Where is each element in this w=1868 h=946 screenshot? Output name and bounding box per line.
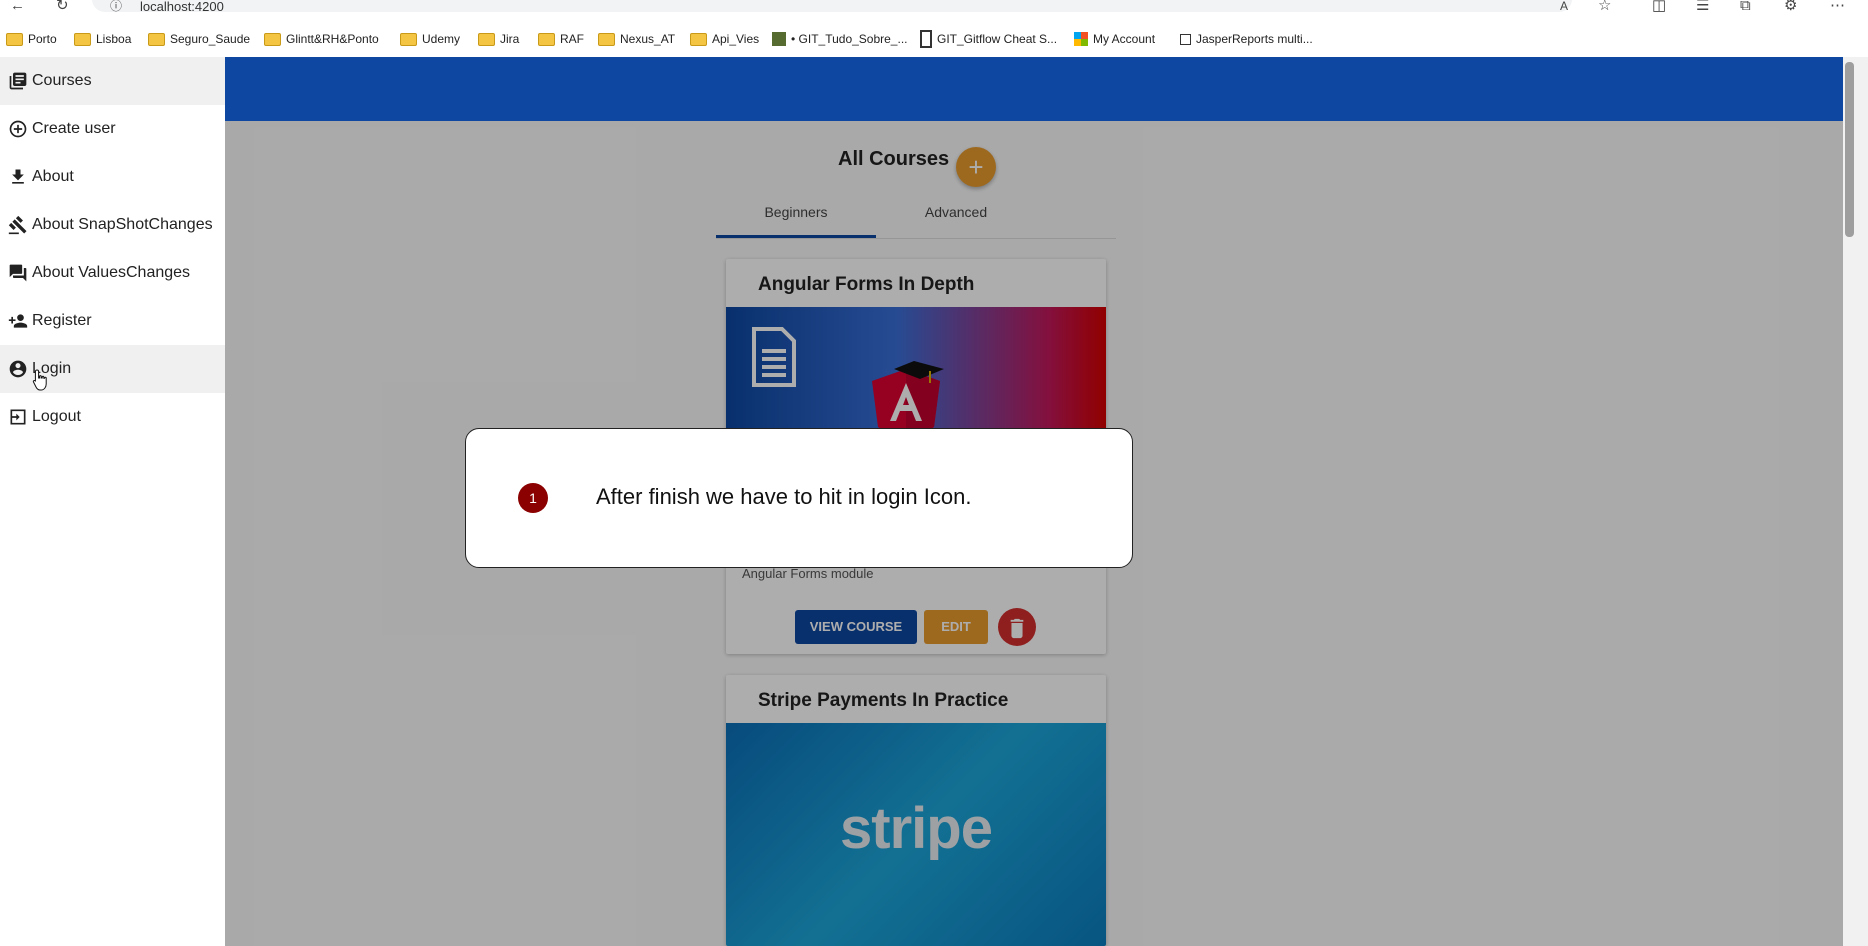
folder-icon xyxy=(264,32,281,46)
sidebar-item-courses[interactable]: Courses xyxy=(0,57,225,105)
person-add-icon xyxy=(8,311,28,331)
bookmark-label: Nexus_AT xyxy=(620,32,676,46)
read-aloud-icon[interactable]: A xyxy=(1560,0,1568,13)
favorite-star-icon[interactable]: ☆ xyxy=(1598,0,1611,13)
refresh-icon[interactable]: ↻ xyxy=(56,0,69,13)
download-icon xyxy=(8,167,28,187)
url-text: localhost:4200 xyxy=(140,0,224,14)
microsoft-logo-icon xyxy=(1074,32,1088,46)
bookmark-label: Seguro_Saude xyxy=(170,32,251,46)
folder-icon xyxy=(690,32,707,46)
sidebar-item-label: Courses xyxy=(32,72,92,89)
bookmark-label: Glintt&RH&Ponto xyxy=(286,32,379,46)
bookmark-git-tudo[interactable]: • GIT_Tudo_Sobre_... xyxy=(772,26,907,52)
bookmark-porto[interactable]: Porto xyxy=(6,26,57,52)
sidebar-item-label: Register xyxy=(32,312,92,329)
sidebar-item-label: About SnapShotChanges xyxy=(32,216,213,233)
folder-icon xyxy=(6,32,23,46)
gavel-icon xyxy=(8,215,28,235)
bookmark-label: Api_Vies xyxy=(712,32,760,46)
top-toolbar xyxy=(225,57,1843,121)
extensions-icon[interactable]: ⚙ xyxy=(1784,0,1797,13)
sidebar-item-about-snapshotchanges[interactable]: About SnapShotChanges xyxy=(0,201,225,249)
sidebar-item-label: Create user xyxy=(32,120,116,137)
bookmark-my-account[interactable]: My Account xyxy=(1074,26,1155,52)
browser-address-bar: ← ↻ ⓘ localhost:4200 A ☆ ◫ ☰ ⧉ ⚙ ⋯ xyxy=(0,0,1868,14)
folder-icon xyxy=(598,32,615,46)
bookmark-raf[interactable]: RAF xyxy=(538,26,584,52)
bookmark-label: Porto xyxy=(28,32,57,46)
callout-text: After finish we have to hit in login Ico… xyxy=(596,484,972,509)
exit-icon xyxy=(8,407,28,427)
bookmark-label: • GIT_Tudo_Sobre_... xyxy=(791,32,908,46)
hand-cursor-icon xyxy=(32,369,47,391)
sidebar-item-create-user[interactable]: Create user xyxy=(0,105,225,153)
page-favicon-icon xyxy=(772,32,786,46)
page-favicon-icon xyxy=(1180,33,1191,45)
bookmark-label: Jira xyxy=(500,32,520,46)
sidebar: Courses Create user About About SnapShot… xyxy=(0,57,226,946)
bookmark-glintt[interactable]: Glintt&RH&Ponto xyxy=(264,26,379,52)
step-number-badge: 1 xyxy=(518,483,548,513)
bookmark-seguro-saude[interactable]: Seguro_Saude xyxy=(148,26,250,52)
bookmark-lisboa[interactable]: Lisboa xyxy=(74,26,131,52)
favorites-icon[interactable]: ☰ xyxy=(1696,0,1709,13)
sidebar-item-label: About ValuesChanges xyxy=(32,264,191,281)
info-icon[interactable]: ⓘ xyxy=(110,0,122,13)
account-circle-icon xyxy=(8,359,28,379)
forum-icon xyxy=(8,263,28,283)
back-arrow-icon[interactable]: ← xyxy=(10,0,25,13)
sidebar-item-about-valueschanges[interactable]: About ValuesChanges xyxy=(0,249,225,297)
folder-icon xyxy=(74,32,91,46)
bookmark-label: My Account xyxy=(1093,32,1156,46)
sidebar-item-about[interactable]: About xyxy=(0,153,225,201)
folder-icon xyxy=(538,32,555,46)
sidebar-item-logout[interactable]: Logout xyxy=(0,393,225,441)
sidebar-item-label: About xyxy=(32,168,74,185)
url-field[interactable] xyxy=(92,0,1572,12)
sidebar-item-label: Logout xyxy=(32,408,81,425)
bookmark-jasperreports[interactable]: JasperReports multi... xyxy=(1180,26,1313,52)
bookmark-label: Udemy xyxy=(422,32,461,46)
sidebar-item-register[interactable]: Register xyxy=(0,297,225,345)
bookmark-jira[interactable]: Jira xyxy=(478,26,519,52)
split-screen-icon[interactable]: ◫ xyxy=(1652,0,1666,13)
folder-icon xyxy=(478,32,495,46)
bookmark-label: JasperReports multi... xyxy=(1196,32,1313,46)
bookmark-git-gitflow[interactable]: GIT_Gitflow Cheat S... xyxy=(920,26,1057,52)
folder-icon xyxy=(148,32,165,46)
page-favicon-icon xyxy=(920,30,932,48)
collections-icon[interactable]: ⧉ xyxy=(1740,0,1751,13)
library-books-icon xyxy=(8,71,28,91)
bookmark-label: GIT_Gitflow Cheat S... xyxy=(937,32,1058,46)
bookmarks-bar: Porto Lisboa Seguro_Saude Glintt&RH&Pont… xyxy=(0,26,1868,56)
more-menu-icon[interactable]: ⋯ xyxy=(1830,0,1845,13)
bookmark-api-vies[interactable]: Api_Vies xyxy=(690,26,759,52)
folder-icon xyxy=(400,32,417,46)
bookmark-udemy[interactable]: Udemy xyxy=(400,26,460,52)
bookmark-label: RAF xyxy=(560,32,584,46)
add-circle-icon xyxy=(8,119,28,139)
bookmark-label: Lisboa xyxy=(96,32,132,46)
scrollbar-thumb[interactable] xyxy=(1845,62,1854,237)
bookmark-nexus-at[interactable]: Nexus_AT xyxy=(598,26,675,52)
